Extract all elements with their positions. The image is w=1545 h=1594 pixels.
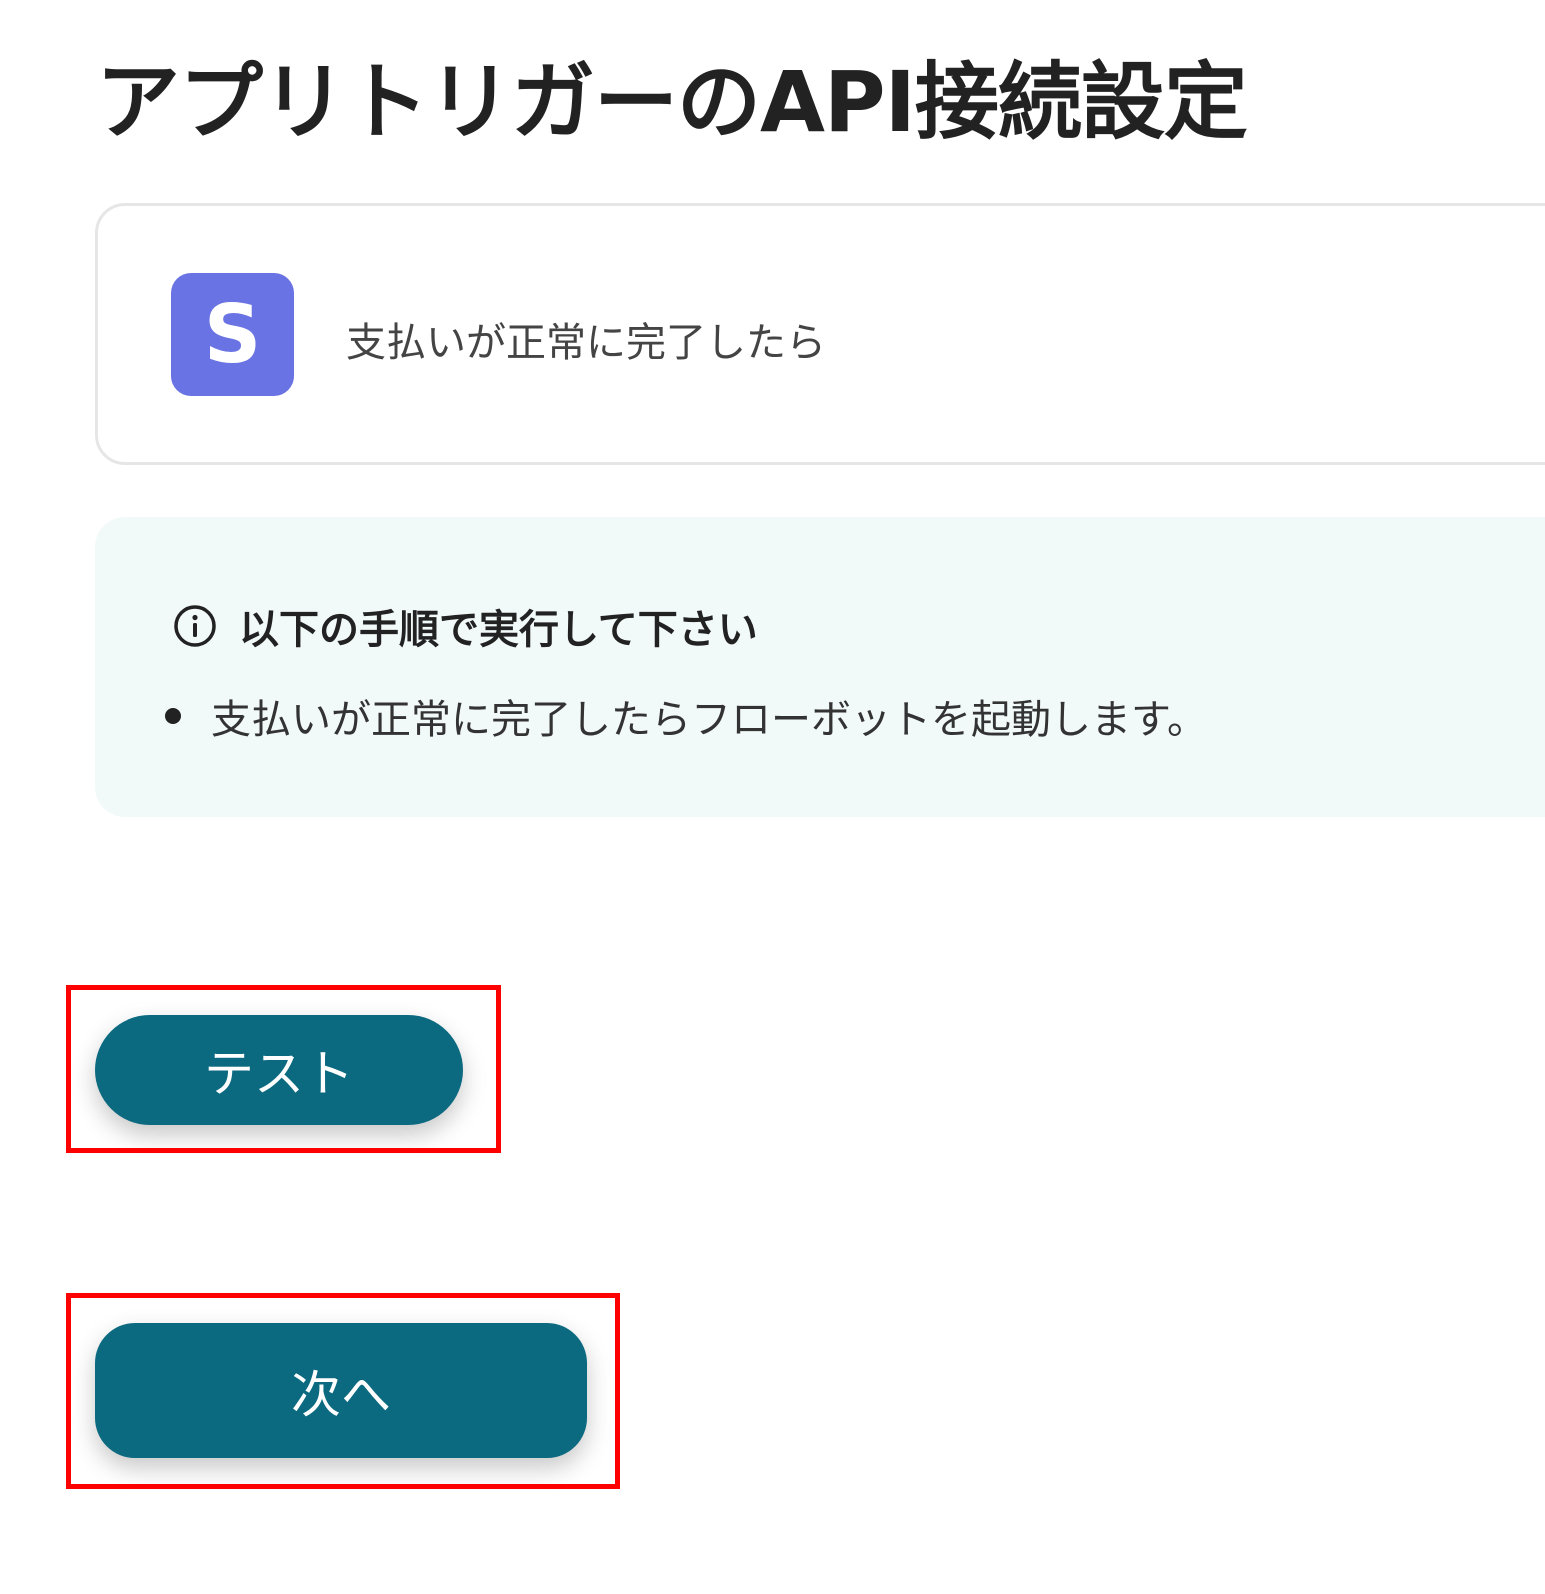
next-button[interactable]: 次へ	[95, 1323, 587, 1458]
list-item-text: 支払いが正常に完了したらフローボットを起動します。	[211, 697, 1207, 743]
test-button[interactable]: テスト	[95, 1015, 463, 1125]
info-heading-text: 以下の手順で実行して下さい	[239, 607, 758, 653]
trigger-card[interactable]: S 支払いが正常に完了したら	[95, 203, 1545, 465]
info-heading: 以下の手順で実行して下さい	[173, 597, 758, 655]
info-list: 支払いが正常に完了したらフローボットを起動します。	[165, 687, 1207, 745]
list-item: 支払いが正常に完了したらフローボットを起動します。	[165, 687, 1207, 745]
stripe-logo-icon: S	[171, 273, 294, 396]
page-title: アプリトリガーのAPI接続設定	[96, 53, 1248, 151]
info-box: 以下の手順で実行して下さい 支払いが正常に完了したらフローボットを起動します。	[95, 517, 1545, 817]
trigger-name: 支払いが正常に完了したら	[346, 320, 826, 366]
info-circle-icon	[174, 605, 216, 647]
bullet-icon	[165, 708, 181, 724]
